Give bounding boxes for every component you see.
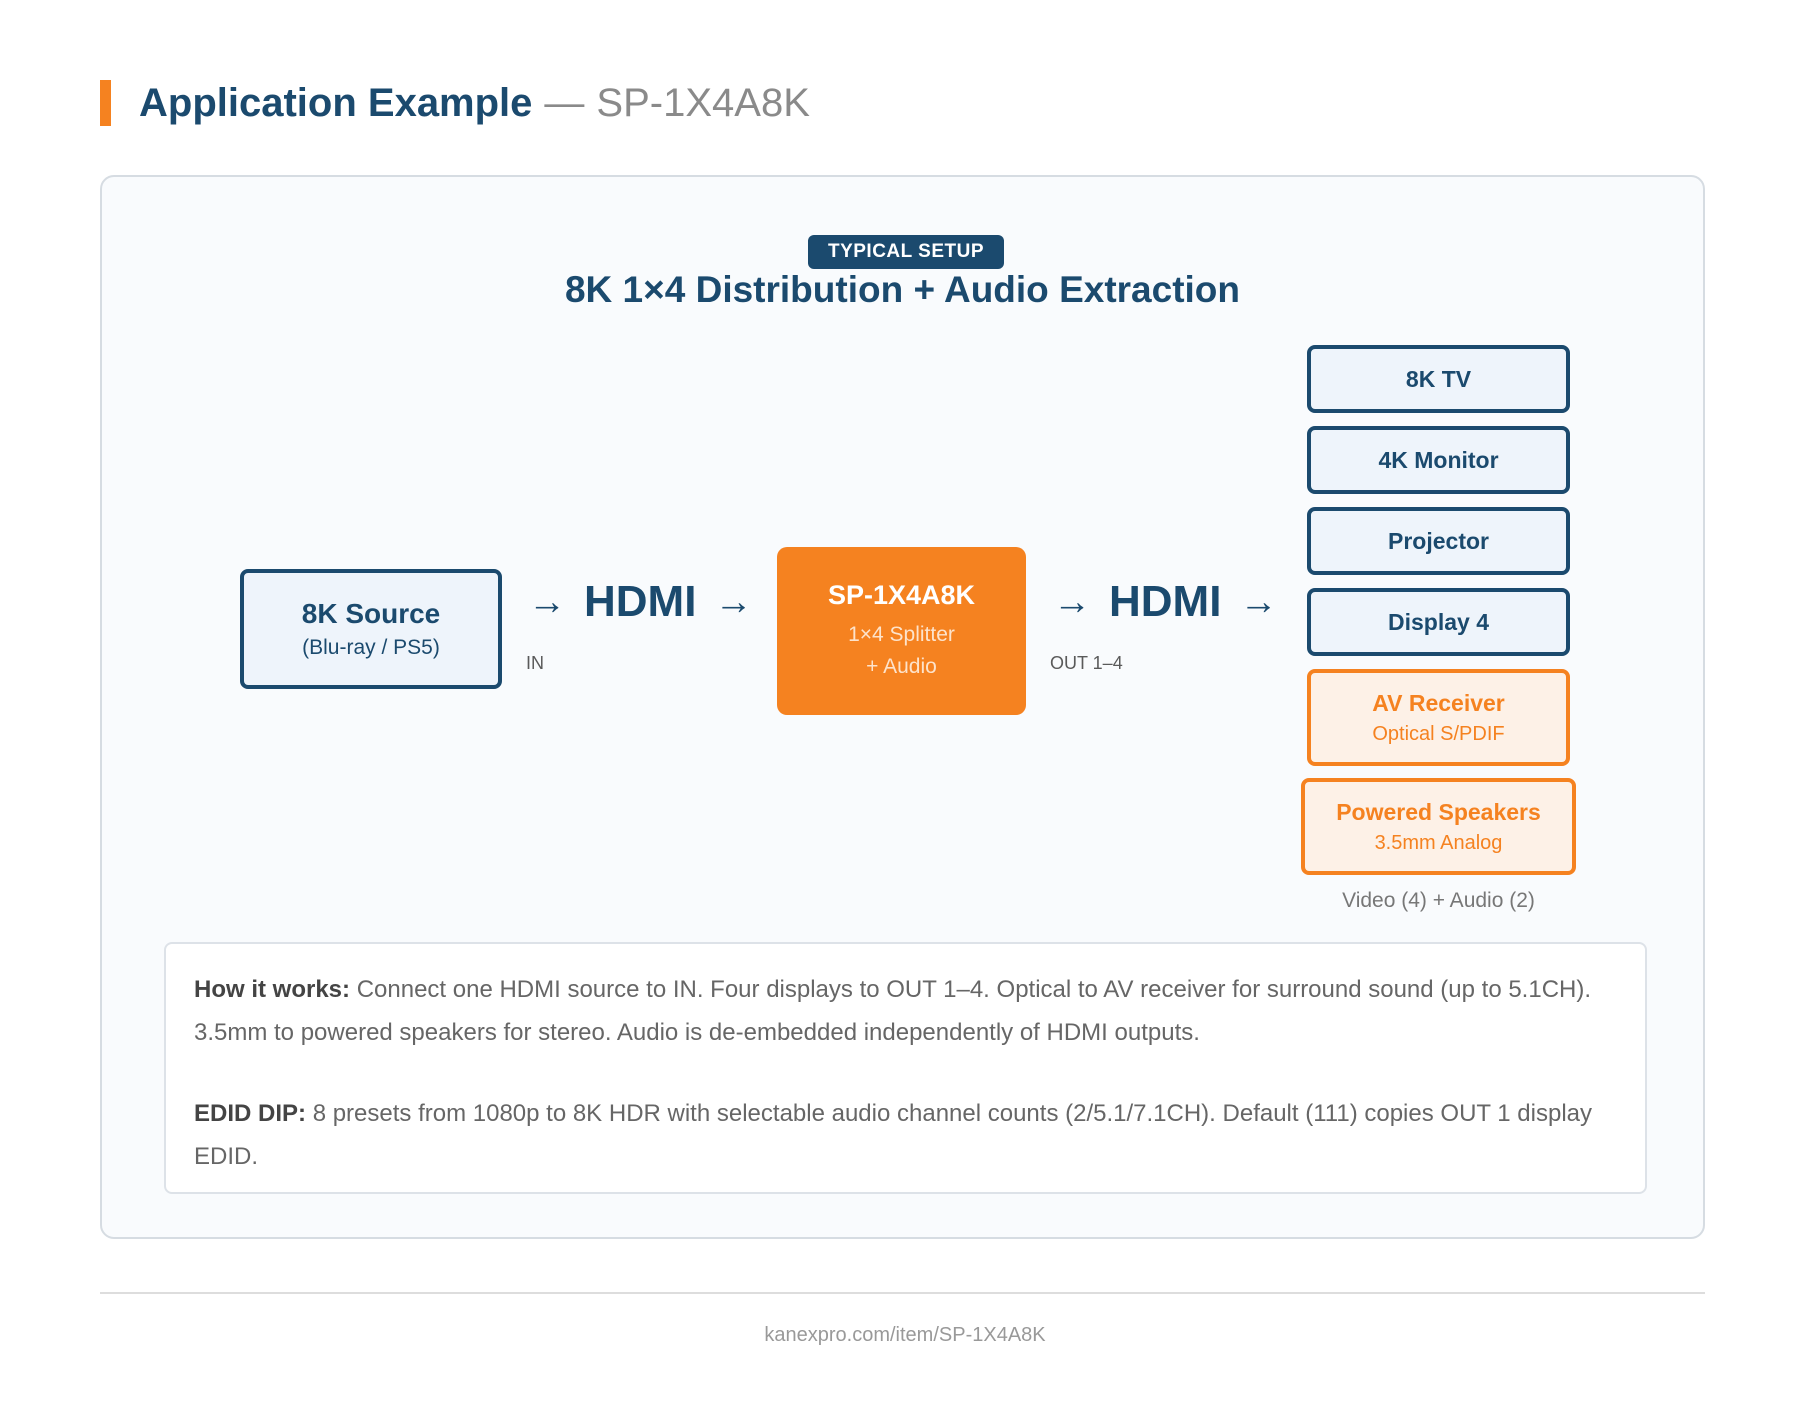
source-box: 8K Source (Blu-ray / PS5) bbox=[240, 569, 502, 689]
arrow-right-icon: → bbox=[1053, 580, 1091, 623]
info-box: How it works: Connect one HDMI source to… bbox=[164, 942, 1647, 1194]
page-header: Application Example — SP-1X4A8K bbox=[100, 80, 810, 126]
destination-av-receiver: AV Receiver Optical S/PDIF bbox=[1307, 669, 1570, 766]
edid-text: 8 presets from 1080p to 8K HDR with sele… bbox=[194, 1100, 1593, 1170]
page-title: Application Example bbox=[139, 80, 533, 125]
title-separator: — bbox=[544, 80, 585, 125]
setup-badge: TYPICAL SETUP bbox=[808, 235, 1004, 269]
splitter-box: SP-1X4A8K 1×4 Splitter + Audio bbox=[777, 547, 1026, 715]
splitter-name: SP-1X4A8K bbox=[827, 579, 976, 610]
footer-divider bbox=[100, 1292, 1705, 1294]
destination-4k-monitor: 4K Monitor bbox=[1307, 426, 1570, 494]
destination-name: Projector bbox=[1388, 527, 1489, 554]
output-link: → HDMI → bbox=[1053, 577, 1277, 627]
how-it-works-label: How it works: bbox=[194, 976, 351, 1003]
destination-name: 8K TV bbox=[1405, 365, 1472, 392]
destination-name: Display 4 bbox=[1388, 608, 1489, 635]
destination-powered-speakers: Powered Speakers 3.5mm Analog bbox=[1301, 778, 1576, 875]
splitter-line-2: + Audio bbox=[866, 654, 937, 678]
how-it-works-paragraph: How it works: Connect one HDMI source to… bbox=[194, 968, 1617, 1054]
diagram-title: 8K 1×4 Distribution + Audio Extraction bbox=[564, 269, 1240, 310]
edid-paragraph: EDID DIP: 8 presets from 1080p to 8K HDR… bbox=[194, 1092, 1617, 1178]
output-port-label: OUT 1–4 bbox=[1050, 653, 1123, 673]
destination-name: 4K Monitor bbox=[1378, 446, 1499, 473]
arrow-right-icon: → bbox=[714, 580, 753, 623]
output-link-label: HDMI bbox=[1109, 577, 1222, 626]
arrow-right-icon: → bbox=[528, 580, 566, 623]
destination-name: AV Receiver bbox=[1372, 689, 1505, 716]
source-name: 8K Source bbox=[301, 598, 441, 629]
input-link: → HDMI → bbox=[528, 577, 752, 627]
destination-sub: 3.5mm Analog bbox=[1374, 831, 1503, 854]
input-port-label: IN bbox=[526, 653, 544, 673]
arrow-right-icon: → bbox=[1239, 580, 1278, 623]
splitter-sub: 1×4 Splitter + Audio bbox=[848, 619, 955, 683]
splitter-line-1: 1×4 Splitter bbox=[848, 622, 955, 646]
destination-8k-tv: 8K TV bbox=[1307, 345, 1570, 413]
footer-url: kanexpro.com/item/SP-1X4A8K bbox=[764, 1324, 1046, 1346]
outputs-note: Video (4) + Audio (2) bbox=[1342, 889, 1535, 912]
destination-projector: Projector bbox=[1307, 507, 1570, 575]
page-model: SP-1X4A8K bbox=[596, 80, 810, 125]
how-it-works-text: Connect one HDMI source to IN. Four disp… bbox=[194, 976, 1592, 1046]
destination-name: Powered Speakers bbox=[1336, 798, 1541, 825]
diagram-panel: TYPICAL SETUP 8K 1×4 Distribution + Audi… bbox=[100, 175, 1705, 1239]
destination-display-4: Display 4 bbox=[1307, 588, 1570, 656]
input-link-label: HDMI bbox=[584, 577, 697, 626]
source-sub: (Blu-ray / PS5) bbox=[302, 636, 440, 659]
destination-sub: Optical S/PDIF bbox=[1372, 722, 1505, 745]
edid-label: EDID DIP: bbox=[194, 1100, 307, 1127]
header-accent-bar bbox=[100, 80, 111, 126]
